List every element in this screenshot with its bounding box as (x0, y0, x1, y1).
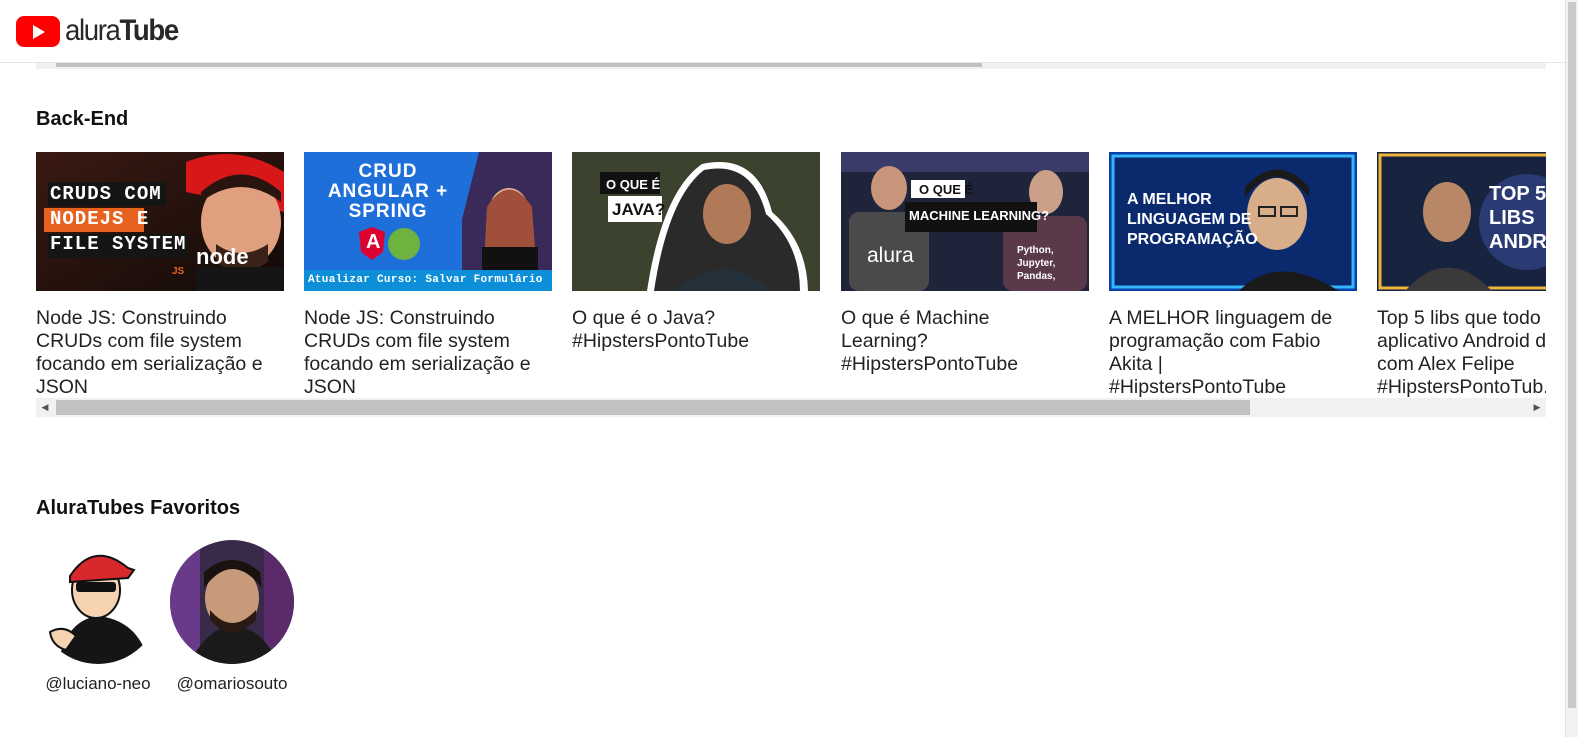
avatar-image (170, 540, 294, 664)
thumbnail-caption-top: O QUE É (919, 182, 974, 197)
thumbnail-caption: TOP 5 LIBS ANDR (1489, 183, 1546, 253)
video-thumbnail[interactable]: TOP 5 LIBS ANDR (1377, 152, 1546, 291)
brand-name-light: alura (65, 14, 121, 47)
video-title[interactable]: A MELHOR linguagem de programação com Fa… (1109, 307, 1339, 398)
avatar-image (36, 540, 160, 664)
video-title[interactable]: Node JS: Construindo CRUDs com file syst… (304, 307, 534, 398)
avatar[interactable] (170, 540, 294, 664)
video-title[interactable]: Top 5 libs que todo aplicativo Android d… (1377, 307, 1546, 398)
video-card[interactable]: O QUE É MACHINE LEARNING? alura Python, … (841, 152, 1089, 376)
angular-icon: A (366, 231, 381, 253)
video-card[interactable]: A MELHOR LINGUAGEM DE PROGRAMAÇÃO A MELH… (1109, 152, 1357, 398)
top-header: aluraTube (0, 0, 1565, 63)
scroll-left-arrow-icon[interactable]: ◀ (36, 398, 54, 417)
previous-row-scrollbar[interactable] (36, 63, 1546, 69)
channel-handle[interactable]: @luciano-neo (33, 674, 163, 694)
thumbnail-caption: CRUD ANGULAR + SPRING (327, 161, 449, 222)
thumbnail-caption: A MELHOR LINGUAGEM DE PROGRAMAÇÃO (1127, 191, 1258, 248)
shirt-text: Python, Jupyter, Pandas, (1017, 245, 1056, 282)
brand-logo[interactable]: aluraTube (65, 14, 179, 48)
thumbnail-footer: Atualizar Curso: Salvar Formulário (308, 274, 543, 286)
channel-handle[interactable]: @omariosouto (167, 674, 297, 694)
page-scrollbar[interactable] (1565, 0, 1578, 737)
play-logo-icon[interactable] (16, 15, 60, 47)
page-scrollbar-thumb[interactable] (1568, 2, 1576, 708)
alura-shirt-logo: alura (867, 244, 914, 267)
video-row-scrollbar[interactable]: ◀ ▶ (36, 398, 1546, 417)
scroll-right-arrow-icon[interactable]: ▶ (1528, 398, 1546, 417)
thumbnail-caption-bottom: MACHINE LEARNING? (909, 208, 1050, 223)
video-card[interactable]: CRUD ANGULAR + SPRING A Atualizar Curso:… (304, 152, 552, 398)
favorite-channel[interactable]: @luciano-neo (33, 540, 163, 694)
previous-row-scrollbar-thumb[interactable] (56, 63, 982, 67)
video-thumbnail[interactable]: CRUD ANGULAR + SPRING A Atualizar Curso:… (304, 152, 552, 291)
thumbnail-caption-bottom: JAVA? (612, 200, 666, 219)
node-badge: node (196, 244, 249, 269)
video-thumbnail[interactable]: CRUDS COM NODEJS E FILE SYSTEM node JS (36, 152, 284, 291)
video-thumbnail[interactable]: O QUE É JAVA? (572, 152, 820, 291)
video-card[interactable]: CRUDS COM NODEJS E FILE SYSTEM node JS N… (36, 152, 284, 398)
video-title[interactable]: Node JS: Construindo CRUDs com file syst… (36, 307, 266, 398)
avatar[interactable] (36, 540, 160, 664)
js-badge: JS (172, 266, 185, 277)
video-thumbnail[interactable]: A MELHOR LINGUAGEM DE PROGRAMAÇÃO (1109, 152, 1357, 291)
thumbnail-image (572, 152, 820, 291)
section-title-backend: Back-End (36, 108, 129, 130)
video-card[interactable]: TOP 5 LIBS ANDR Top 5 libs que todo apli… (1377, 152, 1546, 398)
thumbnail-caption: CRUDS COM NODEJS E FILE SYSTEM (50, 183, 187, 255)
video-title[interactable]: O que é o Java? #HipstersPontoTube (572, 307, 802, 353)
video-row-backend: CRUDS COM NODEJS E FILE SYSTEM node JS N… (36, 152, 1546, 398)
thumbnail-caption-top: O QUE É (606, 177, 661, 192)
brand-name-bold: Tube (119, 14, 179, 47)
video-title[interactable]: O que é Machine Learning? #HipstersPonto… (841, 307, 1071, 376)
section-title-favorites: AluraTubes Favoritos (36, 497, 241, 519)
favorite-channel[interactable]: @omariosouto (167, 540, 297, 694)
video-thumbnail[interactable]: O QUE É MACHINE LEARNING? alura Python, … (841, 152, 1089, 291)
video-row-scrollbar-thumb[interactable] (56, 400, 1250, 415)
video-card[interactable]: O QUE É JAVA? O que é o Java? #HipstersP… (572, 152, 820, 353)
app-root: aluraTube Back-End CRUDS COM NODEJS E FI… (0, 0, 1578, 737)
